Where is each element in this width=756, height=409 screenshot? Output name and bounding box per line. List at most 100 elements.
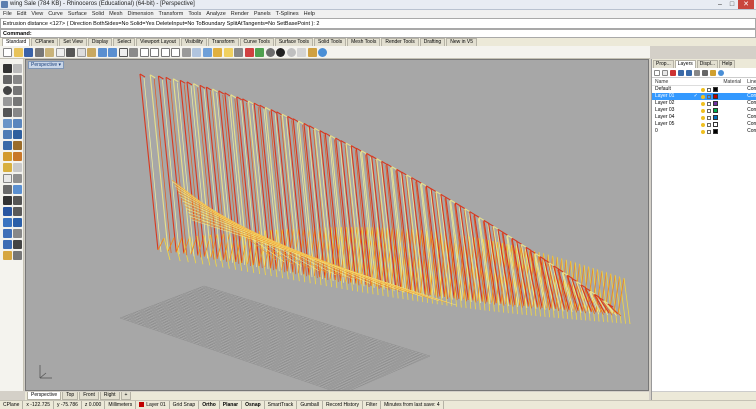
open-file-icon[interactable] xyxy=(13,47,23,57)
col-material[interactable]: Material xyxy=(723,78,747,85)
tab-select[interactable]: Select xyxy=(113,38,136,46)
visibility-bulb-icon[interactable] xyxy=(700,101,705,106)
layer-name[interactable]: 0 xyxy=(652,128,694,135)
layer-icon[interactable] xyxy=(244,47,254,57)
tab-set-view[interactable]: Set View xyxy=(59,38,87,46)
layer-linetype[interactable]: Contin xyxy=(747,86,756,93)
wing-sail-model[interactable] xyxy=(139,73,631,325)
options-icon[interactable] xyxy=(307,47,317,57)
layer-name[interactable]: Layer 05 xyxy=(652,121,694,128)
paste-icon[interactable] xyxy=(87,47,96,57)
layer-name[interactable]: Layer 04 xyxy=(652,114,694,121)
menu-view[interactable]: View xyxy=(31,11,43,17)
lock-icon[interactable] xyxy=(234,47,243,57)
command-prompt[interactable]: Command: xyxy=(0,29,756,38)
panel-tab-help[interactable]: Help xyxy=(719,60,736,68)
lock-icon[interactable] xyxy=(706,115,711,120)
tab-transform[interactable]: Transform xyxy=(207,38,239,46)
scale-icon[interactable] xyxy=(13,196,22,205)
save-icon[interactable] xyxy=(24,47,33,57)
menu-mesh[interactable]: Mesh xyxy=(109,11,122,17)
move-icon[interactable] xyxy=(3,185,12,194)
move-down-icon[interactable] xyxy=(686,69,692,76)
layer-linetype[interactable]: Contin xyxy=(747,100,756,107)
toggle-osnap[interactable]: Osnap xyxy=(242,401,265,409)
surface-icon[interactable] xyxy=(3,119,12,128)
visibility-bulb-icon[interactable] xyxy=(700,108,705,113)
col-linetype[interactable]: Linety... xyxy=(747,78,756,85)
toggle-smarttrack[interactable]: SmartTrack xyxy=(265,401,298,409)
toggle-gumball[interactable]: Gumball xyxy=(297,401,323,409)
tab-cplanes[interactable]: CPlanes xyxy=(31,38,59,46)
menu-render[interactable]: Render xyxy=(231,11,249,17)
zoom-extents-icon[interactable] xyxy=(160,47,170,57)
layer-color-swatch[interactable] xyxy=(712,108,718,113)
lock-icon[interactable] xyxy=(706,129,711,134)
copy-icon[interactable] xyxy=(76,47,86,57)
ellipse-icon[interactable] xyxy=(13,97,22,106)
toggle-planar[interactable]: Planar xyxy=(220,401,243,409)
tools-icon[interactable] xyxy=(710,69,716,76)
bulb-show-icon[interactable] xyxy=(223,47,233,57)
copy-object-icon[interactable] xyxy=(13,185,22,194)
menu-help[interactable]: Help xyxy=(304,11,315,17)
copy-to-clipboard-icon[interactable] xyxy=(55,47,65,57)
menu-solid[interactable]: Solid xyxy=(92,11,104,17)
layer-color-swatch[interactable] xyxy=(712,122,718,127)
shaded-sphere-icon[interactable] xyxy=(265,47,275,57)
tab-standard[interactable]: Standard xyxy=(2,38,31,46)
group-icon[interactable] xyxy=(13,174,22,183)
tab-visibility[interactable]: Visibility xyxy=(180,38,207,46)
flow-icon[interactable] xyxy=(13,218,22,227)
freeform-icon[interactable] xyxy=(13,108,22,117)
loft-icon[interactable] xyxy=(13,119,22,128)
filter-icon[interactable] xyxy=(702,69,708,76)
new-file-icon[interactable] xyxy=(3,47,12,57)
menu-edit[interactable]: Edit xyxy=(17,11,26,17)
move-up-icon[interactable] xyxy=(678,69,684,76)
menu-transform[interactable]: Transform xyxy=(159,11,184,17)
menu-curve[interactable]: Curve xyxy=(48,11,63,17)
tab-render-tools[interactable]: Render Tools xyxy=(381,38,419,46)
layer-color-swatch[interactable] xyxy=(712,129,718,134)
render-sphere-icon[interactable] xyxy=(276,47,285,57)
layout-icon[interactable] xyxy=(13,251,22,260)
properties-icon[interactable] xyxy=(255,47,264,57)
split-icon[interactable] xyxy=(3,163,12,172)
current-layer-check-icon[interactable]: ✓ xyxy=(694,93,701,100)
layer-row[interactable]: Layer 03 Contin xyxy=(652,107,756,114)
check-icon[interactable] xyxy=(13,240,22,249)
menu-surface[interactable]: Surface xyxy=(68,11,87,17)
orient-icon[interactable] xyxy=(3,218,12,227)
import-icon[interactable] xyxy=(45,47,54,57)
viewtab-front[interactable]: Front xyxy=(79,392,99,400)
layer-row[interactable]: Layer 02 Contin xyxy=(652,100,756,107)
model-view-canvas[interactable] xyxy=(26,60,649,391)
select-icon[interactable] xyxy=(213,47,222,57)
select-arrow-icon[interactable] xyxy=(3,64,12,73)
curve-icon[interactable] xyxy=(13,75,22,84)
maximize-button[interactable]: □ xyxy=(726,0,738,9)
layer-name[interactable]: Layer 02 xyxy=(652,100,694,107)
layer-linetype[interactable]: Contin xyxy=(747,121,756,128)
tab-display[interactable]: Display xyxy=(87,38,113,46)
lock-icon[interactable] xyxy=(706,101,711,106)
extrude-icon[interactable] xyxy=(13,141,22,150)
minimize-button[interactable]: – xyxy=(714,0,726,9)
col-name[interactable]: Name xyxy=(652,78,694,85)
array-icon[interactable] xyxy=(13,207,22,216)
rectangle-icon[interactable] xyxy=(3,97,12,106)
toggle-ortho[interactable]: Ortho xyxy=(199,401,220,409)
layer-color-swatch[interactable] xyxy=(712,94,718,99)
toggle-record-history[interactable]: Record History xyxy=(323,401,364,409)
menu-analyze[interactable]: Analyze xyxy=(206,11,226,17)
zoom-selected-icon[interactable] xyxy=(171,47,180,57)
move-to-parent-icon[interactable] xyxy=(694,69,700,76)
layer-name[interactable]: Default xyxy=(652,86,694,93)
tab-curve-tools[interactable]: Curve Tools xyxy=(239,38,274,46)
panel-tab-display[interactable]: Displ... xyxy=(696,60,719,68)
explode-icon[interactable] xyxy=(3,174,12,183)
toggle-grid-snap[interactable]: Grid Snap xyxy=(170,401,200,409)
print-icon[interactable] xyxy=(34,47,44,57)
set-view-icon[interactable] xyxy=(202,47,212,57)
